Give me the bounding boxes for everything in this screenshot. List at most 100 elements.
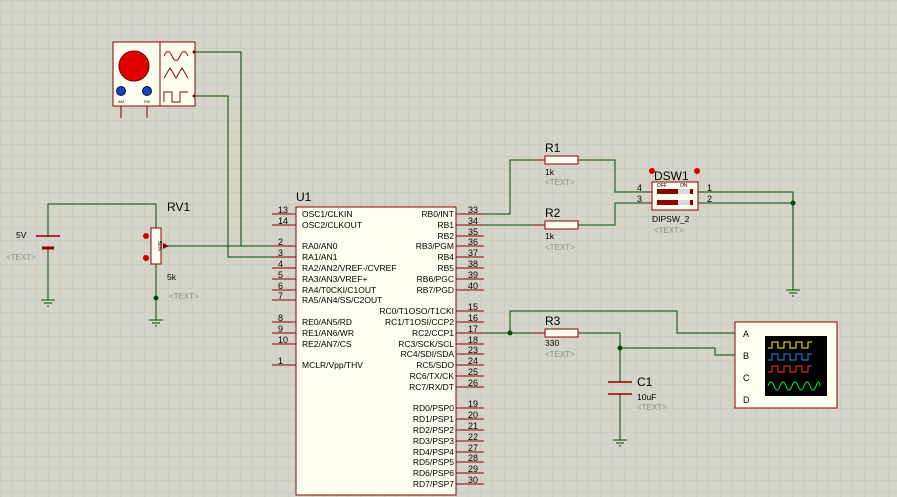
mcu-pin-number: 37 bbox=[468, 248, 478, 258]
r3-value: 330 bbox=[545, 338, 559, 348]
mcu-pin-label: RE2/AN7/CS bbox=[302, 339, 352, 349]
mcu-pin-number: 34 bbox=[468, 216, 478, 226]
mcu-pin-label: RA4/T0CKI/C1OUT bbox=[302, 285, 376, 295]
mcu-pin-number: 30 bbox=[468, 475, 478, 485]
scope-channel-a: A bbox=[743, 329, 749, 339]
mcu-pin-number: 29 bbox=[468, 464, 478, 474]
mcu-pin-label: OSC2/CLKOUT bbox=[302, 220, 362, 230]
mcu-pin-label: OSC1/CLKIN bbox=[302, 209, 353, 219]
r3-text-placeholder: <TEXT> bbox=[545, 350, 575, 359]
mcu-pin-label: RC4/SDI/SDA bbox=[401, 349, 455, 359]
mcu-pin-number: 17 bbox=[468, 324, 478, 334]
mcu-pin-label: RB5 bbox=[437, 263, 454, 273]
mcu-pin-label: RA1/AN1 bbox=[302, 252, 338, 262]
mcu-pin-label: RE1/AN6/WR bbox=[302, 328, 354, 338]
dsw-ref: DSW1 bbox=[654, 169, 689, 183]
mcu-pin-number: 18 bbox=[468, 335, 478, 345]
siggen-fm-label: FM bbox=[144, 99, 150, 104]
siggen-knob-icon[interactable] bbox=[118, 50, 150, 82]
mcu-pin-number: 2 bbox=[278, 237, 283, 247]
mcu-pin-label: RA3/AN3/VREF+ bbox=[302, 274, 367, 284]
mcu-pin-number: 10 bbox=[278, 335, 288, 345]
siggen-fm-knob-icon[interactable] bbox=[142, 86, 152, 96]
mcu-pin-label: RB1 bbox=[437, 220, 454, 230]
mcu-pin-number: 19 bbox=[468, 399, 478, 409]
dsw-on-label: ON bbox=[680, 183, 688, 189]
c1-value: 10uF bbox=[637, 392, 656, 402]
siggen-am-knob-icon[interactable] bbox=[116, 86, 126, 96]
mcu-pin-label: RC2/CCP1 bbox=[412, 328, 454, 338]
mcu-pin-label: RB3/PGM bbox=[416, 241, 454, 251]
siggen-output-pin bbox=[192, 50, 196, 54]
mcu-pin-number: 24 bbox=[468, 356, 478, 366]
dsw-off-label: OFF bbox=[657, 183, 667, 189]
pot-value: 5k bbox=[167, 272, 177, 282]
dsw-text-placeholder: <TEXT> bbox=[654, 226, 684, 235]
dsw-pin-2: 2 bbox=[707, 194, 712, 204]
mcu-ref: U1 bbox=[296, 190, 312, 204]
battery-value: 5V bbox=[16, 230, 27, 240]
mcu-pin-label: RC5/SDO bbox=[416, 360, 454, 370]
pot-text-placeholder: <TEXT> bbox=[169, 292, 199, 301]
dsw-knob-1 bbox=[678, 189, 690, 194]
mcu-pin-number: 20 bbox=[468, 410, 478, 420]
dsw-pin-1: 1 bbox=[707, 183, 712, 193]
schematic-canvas[interactable]: AM FM 5V <TEXT> 50% RV1 5k <TEXT> U1 1 3 O… bbox=[0, 0, 897, 497]
pot-up-button-icon[interactable] bbox=[143, 233, 149, 239]
mcu-pin-label: RD2/PSP2 bbox=[413, 425, 454, 435]
mcu-pin-label: RB4 bbox=[437, 252, 454, 262]
mcu-pin-label: RD0/PSP0 bbox=[413, 403, 454, 413]
r3-body bbox=[544, 328, 579, 338]
mcu-pin-number: 25 bbox=[468, 367, 478, 377]
mcu-pin-number: 1 bbox=[278, 356, 283, 366]
mcu-pin-label: RC7/RX/DT bbox=[409, 382, 454, 392]
r1-body bbox=[544, 155, 579, 165]
battery-text-placeholder: <TEXT> bbox=[6, 253, 36, 262]
mcu-pin-label: RB2 bbox=[437, 231, 454, 241]
r2-value: 1k bbox=[545, 231, 555, 241]
mcu-pin-number: 28 bbox=[468, 453, 478, 463]
mcu-pin-number: 21 bbox=[468, 421, 478, 431]
mcu-pin-number: 36 bbox=[468, 237, 478, 247]
mcu-pin-number: 5 bbox=[278, 270, 283, 280]
junction-dot bbox=[617, 345, 623, 351]
mcu-u1[interactable]: U1 13 OSC1/CLKIN14 OSC2/CLKOUT2 RA0/AN03 RA1… bbox=[272, 190, 484, 496]
siggen-output-pin bbox=[192, 94, 196, 98]
mcu-pin-label: RD4/PSP4 bbox=[413, 447, 454, 457]
r1-ref: R1 bbox=[545, 141, 561, 155]
mcu-pin-label: RB6/PGC bbox=[417, 274, 454, 284]
mcu-pin-number: 22 bbox=[468, 432, 478, 442]
pot-body-text: 50% bbox=[156, 241, 162, 252]
mcu-pin-label: RC3/SCK/SCL bbox=[398, 339, 454, 349]
mcu-pin-number: 6 bbox=[278, 281, 283, 291]
mcu-pin-label: RC6/TX/CK bbox=[410, 371, 455, 381]
mcu-pin-number: 8 bbox=[278, 313, 283, 323]
mcu-pin-label: RA5/AN4/SS/C2OUT bbox=[302, 295, 382, 305]
c1-ref: C1 bbox=[637, 375, 653, 389]
mcu-pin-number: 39 bbox=[468, 270, 478, 280]
pot-down-button-icon[interactable] bbox=[143, 255, 149, 261]
mcu-pin-label: MCLR/Vpp/THV bbox=[302, 360, 363, 370]
dsw-knob-2 bbox=[678, 200, 690, 205]
mcu-pin-label: RD6/PSP6 bbox=[413, 468, 454, 478]
mcu-pin-number: 26 bbox=[468, 378, 478, 388]
r2-body bbox=[544, 220, 579, 230]
oscilloscope[interactable]: A B C D bbox=[734, 321, 838, 409]
r1-value: 1k bbox=[545, 167, 555, 177]
junction-dot bbox=[153, 295, 159, 301]
mcu-pin-number: 27 bbox=[468, 443, 478, 453]
mcu-pin-label: RE0/AN5/RD bbox=[302, 317, 352, 327]
mcu-pin-label: RA2/AN2/VREF-/CVREF bbox=[302, 263, 396, 273]
siggen-am-label: AM bbox=[118, 99, 124, 104]
mcu-pin-label: RB0/INT bbox=[421, 209, 454, 219]
dsw-value: DIPSW_2 bbox=[652, 214, 690, 224]
junction-dot bbox=[507, 330, 513, 336]
mcu-pin-number: 3 bbox=[278, 248, 283, 258]
mcu-pin-label: RC0/T1OSO/T1CKI bbox=[379, 306, 454, 316]
mcu-pin-number: 9 bbox=[278, 324, 283, 334]
dsw-toggle-button-icon[interactable] bbox=[694, 168, 700, 174]
mcu-pin-number: 38 bbox=[468, 259, 478, 269]
pot-ref: RV1 bbox=[167, 200, 190, 214]
mcu-pin-label: RD5/PSP5 bbox=[413, 457, 454, 467]
mcu-pin-label: RD3/PSP3 bbox=[413, 436, 454, 446]
